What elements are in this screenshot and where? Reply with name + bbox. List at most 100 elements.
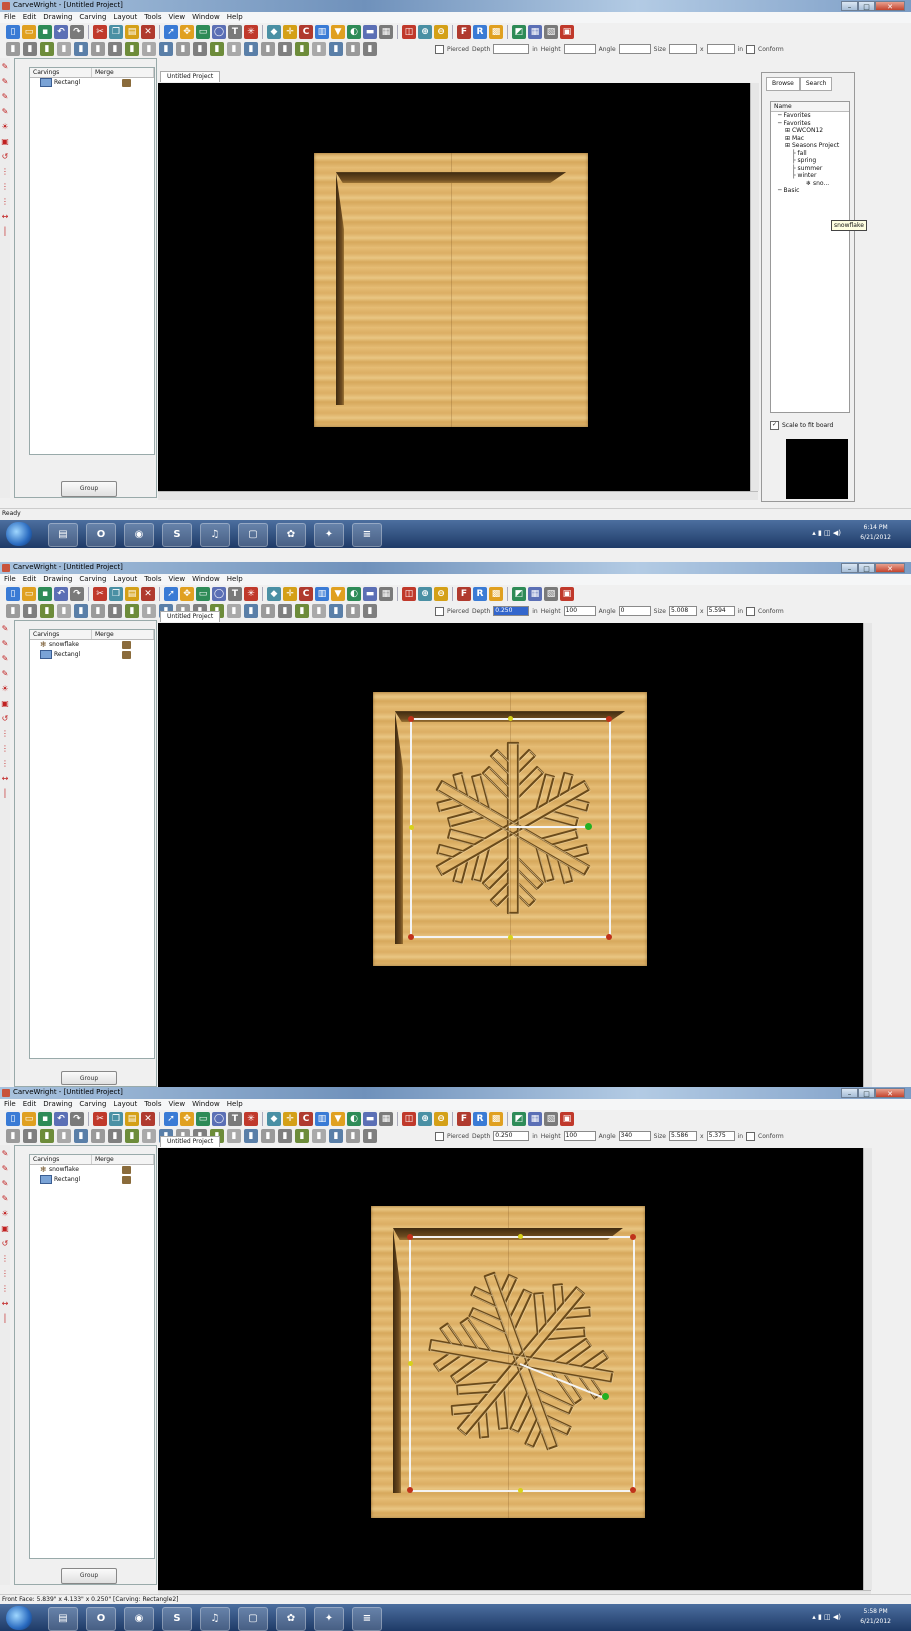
menu-carving[interactable]: Carving	[79, 1099, 106, 1110]
resize-handle[interactable]	[408, 934, 414, 940]
menu-window[interactable]: Window	[192, 12, 220, 23]
resize-handle[interactable]	[508, 935, 513, 940]
size-width-input[interactable]	[669, 44, 697, 54]
tool-icon[interactable]: ⋮	[1, 197, 9, 206]
select-icon[interactable]: ➚	[164, 25, 178, 39]
carving-tool-icon[interactable]: ▮	[278, 604, 292, 618]
menu-carving[interactable]: Carving	[79, 12, 106, 23]
font-icon[interactable]: F	[457, 1112, 471, 1126]
tool-icon[interactable]: ▣	[1, 1224, 9, 1233]
resize-handle[interactable]	[408, 1361, 413, 1366]
menu-layout[interactable]: Layout	[113, 574, 137, 585]
chrome-taskbar-icon[interactable]: ◉	[124, 1607, 154, 1631]
close-button[interactable]: ✕	[875, 1, 905, 11]
rotation-handle[interactable]	[602, 1393, 609, 1400]
carving-tool-icon[interactable]: ▮	[74, 1129, 88, 1143]
text-icon[interactable]: T	[228, 1112, 242, 1126]
resize-handle[interactable]	[606, 934, 612, 940]
tool-icon[interactable]: ✎	[2, 654, 9, 663]
carving-tool-icon[interactable]: ▮	[363, 604, 377, 618]
view2-icon[interactable]: ▦	[528, 587, 542, 601]
tool-icon[interactable]: ▣	[1, 699, 9, 708]
tool-icon[interactable]: ✎	[2, 639, 9, 648]
project-tab[interactable]: Untitled Project	[160, 611, 221, 622]
group-button[interactable]: Group	[61, 1568, 117, 1584]
tool-icon[interactable]: ✎	[2, 624, 9, 633]
close-button[interactable]: ✕	[875, 1088, 905, 1098]
carving-tool-icon[interactable]: ▮	[329, 1129, 343, 1143]
tab-search[interactable]: Search	[799, 77, 833, 91]
bit-icon[interactable]: ▼	[331, 25, 345, 39]
photo-taskbar-icon[interactable]: ✦	[314, 523, 344, 547]
merge-icon[interactable]	[122, 651, 131, 659]
carving-tool-icon[interactable]: ▮	[193, 42, 207, 56]
carving-tool-icon[interactable]: ▮	[142, 604, 156, 618]
carving-tool-icon[interactable]: ▮	[40, 42, 54, 56]
vertical-scrollbar[interactable]	[750, 83, 759, 491]
tool-icon[interactable]: ✎	[2, 92, 9, 101]
board-icon[interactable]: ▦	[379, 587, 393, 601]
tool-icon[interactable]: ⋮	[1, 1269, 9, 1278]
carving-tool-icon[interactable]: ▮	[244, 1129, 258, 1143]
tool-icon[interactable]: ↺	[2, 152, 9, 161]
size-height-input[interactable]: 5.375	[706, 1131, 735, 1141]
ellipse-icon[interactable]: ◯	[212, 587, 226, 601]
angle-input[interactable]: 340	[618, 1131, 651, 1141]
raised-icon[interactable]: R	[473, 587, 487, 601]
carving-tool-icon[interactable]: ▮	[210, 42, 224, 56]
design-canvas[interactable]	[158, 83, 758, 491]
height-input[interactable]	[563, 44, 596, 54]
menu-view[interactable]: View	[168, 574, 185, 585]
resize-handle[interactable]	[408, 716, 414, 722]
carve-icon[interactable]: ◆	[267, 587, 281, 601]
wood-board[interactable]	[373, 692, 647, 966]
resize-handle[interactable]	[630, 1487, 636, 1493]
tree-node[interactable]: ❄ sno...	[771, 180, 849, 188]
conform-checkbox[interactable]	[746, 44, 756, 54]
carving-tool-icon[interactable]: ▮	[159, 42, 173, 56]
tool-icon[interactable]: ↺	[2, 714, 9, 723]
carving-tool-icon[interactable]: ▮	[91, 604, 105, 618]
carving-tool-icon[interactable]: ▮	[346, 604, 360, 618]
copy-icon[interactable]: ❐	[109, 1112, 123, 1126]
board-icon[interactable]: ▦	[379, 25, 393, 39]
merge-header[interactable]: Merge	[92, 68, 154, 77]
tool-icon[interactable]: ✎	[2, 1194, 9, 1203]
system-tray[interactable]: ▴ ▮ ◫ ◀)	[812, 529, 841, 537]
zoom-out-icon[interactable]: ⊖	[434, 1112, 448, 1126]
group-button[interactable]: Group	[61, 1071, 117, 1085]
skype-taskbar-icon[interactable]: S	[162, 1607, 192, 1631]
carving-tool-icon[interactable]: ▮	[6, 604, 20, 618]
window-taskbar-icon[interactable]: ▢	[238, 1607, 268, 1631]
zoom-fit-icon[interactable]: ◫	[402, 587, 416, 601]
carving-tool-icon[interactable]: ▮	[312, 1129, 326, 1143]
open-icon[interactable]: ▭	[22, 587, 36, 601]
cut-icon[interactable]: ✂	[93, 25, 107, 39]
carve-icon[interactable]: ◆	[267, 25, 281, 39]
menu-tools[interactable]: Tools	[144, 574, 161, 585]
carving-tool-icon[interactable]: ▮	[57, 1129, 71, 1143]
tool-icon[interactable]: ⋮	[1, 182, 9, 191]
fill-icon[interactable]: ▩	[489, 587, 503, 601]
copy-icon[interactable]: ❐	[109, 587, 123, 601]
carving-tool-icon[interactable]: ▮	[74, 604, 88, 618]
carving-row-rectangle[interactable]: Rectangl	[30, 650, 154, 660]
new-icon[interactable]: ▯	[6, 587, 20, 601]
carving-tool-icon[interactable]: ▮	[346, 1129, 360, 1143]
design-canvas[interactable]	[158, 623, 871, 1087]
carving-tool-icon[interactable]: ▮	[329, 42, 343, 56]
tree-node[interactable]: ├ summer	[771, 165, 849, 173]
delete-icon[interactable]: ✕	[141, 1112, 155, 1126]
carving-tool-icon[interactable]: ▮	[261, 42, 275, 56]
bit-icon[interactable]: ▼	[331, 1112, 345, 1126]
menu-tools[interactable]: Tools	[144, 1099, 161, 1110]
carving-tool-icon[interactable]: ▮	[6, 1129, 20, 1143]
carving-tool-icon[interactable]: ▮	[312, 42, 326, 56]
wall-icon[interactable]: ▥	[315, 1112, 329, 1126]
clock[interactable]: 5:58 PM 6/21/2012	[860, 1607, 891, 1627]
vertical-scrollbar[interactable]	[863, 623, 872, 1087]
menu-edit[interactable]: Edit	[23, 574, 37, 585]
scale-to-fit-checkbox[interactable]: ✓	[770, 421, 779, 430]
outlook-taskbar-icon[interactable]: O	[86, 523, 116, 547]
project-tab[interactable]: Untitled Project	[160, 71, 221, 82]
